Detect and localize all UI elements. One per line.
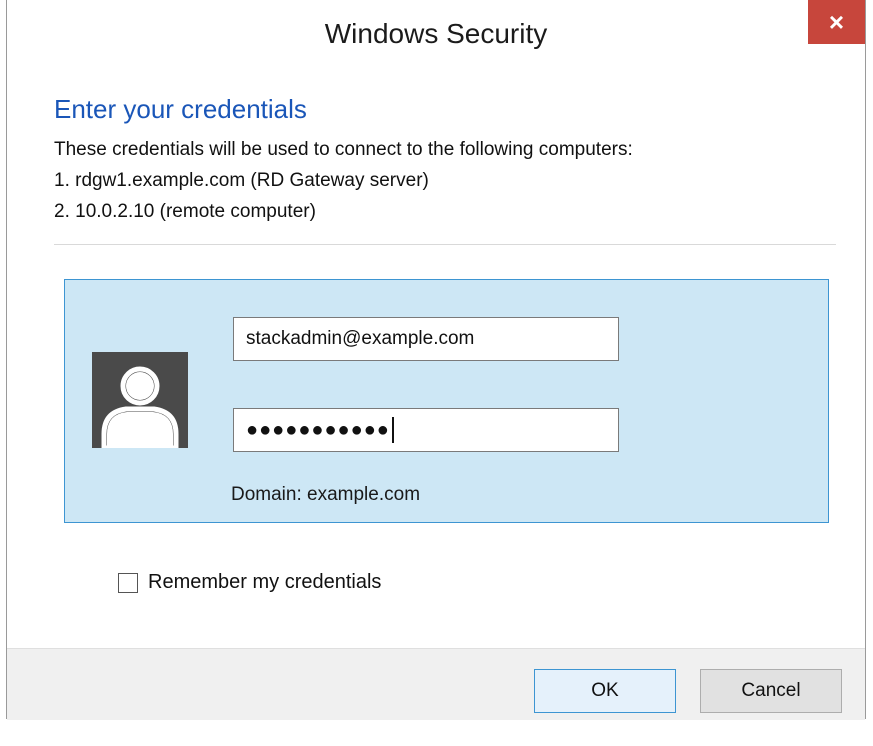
windows-security-dialog: Windows Security × Enter your credential… (6, 0, 866, 720)
ok-button[interactable]: OK (534, 669, 676, 713)
remember-checkbox[interactable] (118, 572, 138, 593)
close-icon: × (828, 6, 845, 37)
window-title: Windows Security (324, 18, 548, 49)
password-mask: ●●●●●●●●●●● (246, 418, 390, 441)
text-caret (391, 417, 394, 443)
cancel-button[interactable]: Cancel (700, 669, 842, 713)
remember-label: Remember my credentials (148, 571, 382, 593)
title-bar: Windows Security × (7, 0, 865, 76)
description-text: These credentials will be used to connec… (54, 139, 633, 160)
computer-item-2: 2. 10.0.2.10 (remote computer) (54, 201, 316, 222)
credential-tile: ●●●●●●●●●●● Domain: example.com (64, 279, 829, 523)
credentials-heading: Enter your credentials (54, 94, 307, 124)
separator (54, 244, 836, 245)
computer-item-1: 1. rdgw1.example.com (RD Gateway server) (54, 170, 429, 191)
password-input[interactable]: ●●●●●●●●●●● (233, 408, 619, 452)
button-bar: OK Cancel (7, 648, 865, 720)
user-avatar-icon (92, 352, 188, 448)
remember-credentials-option[interactable]: Remember my credentials (118, 571, 381, 594)
close-button[interactable]: × (808, 0, 865, 44)
domain-label: Domain: example.com (231, 484, 421, 505)
username-input[interactable] (233, 317, 619, 361)
